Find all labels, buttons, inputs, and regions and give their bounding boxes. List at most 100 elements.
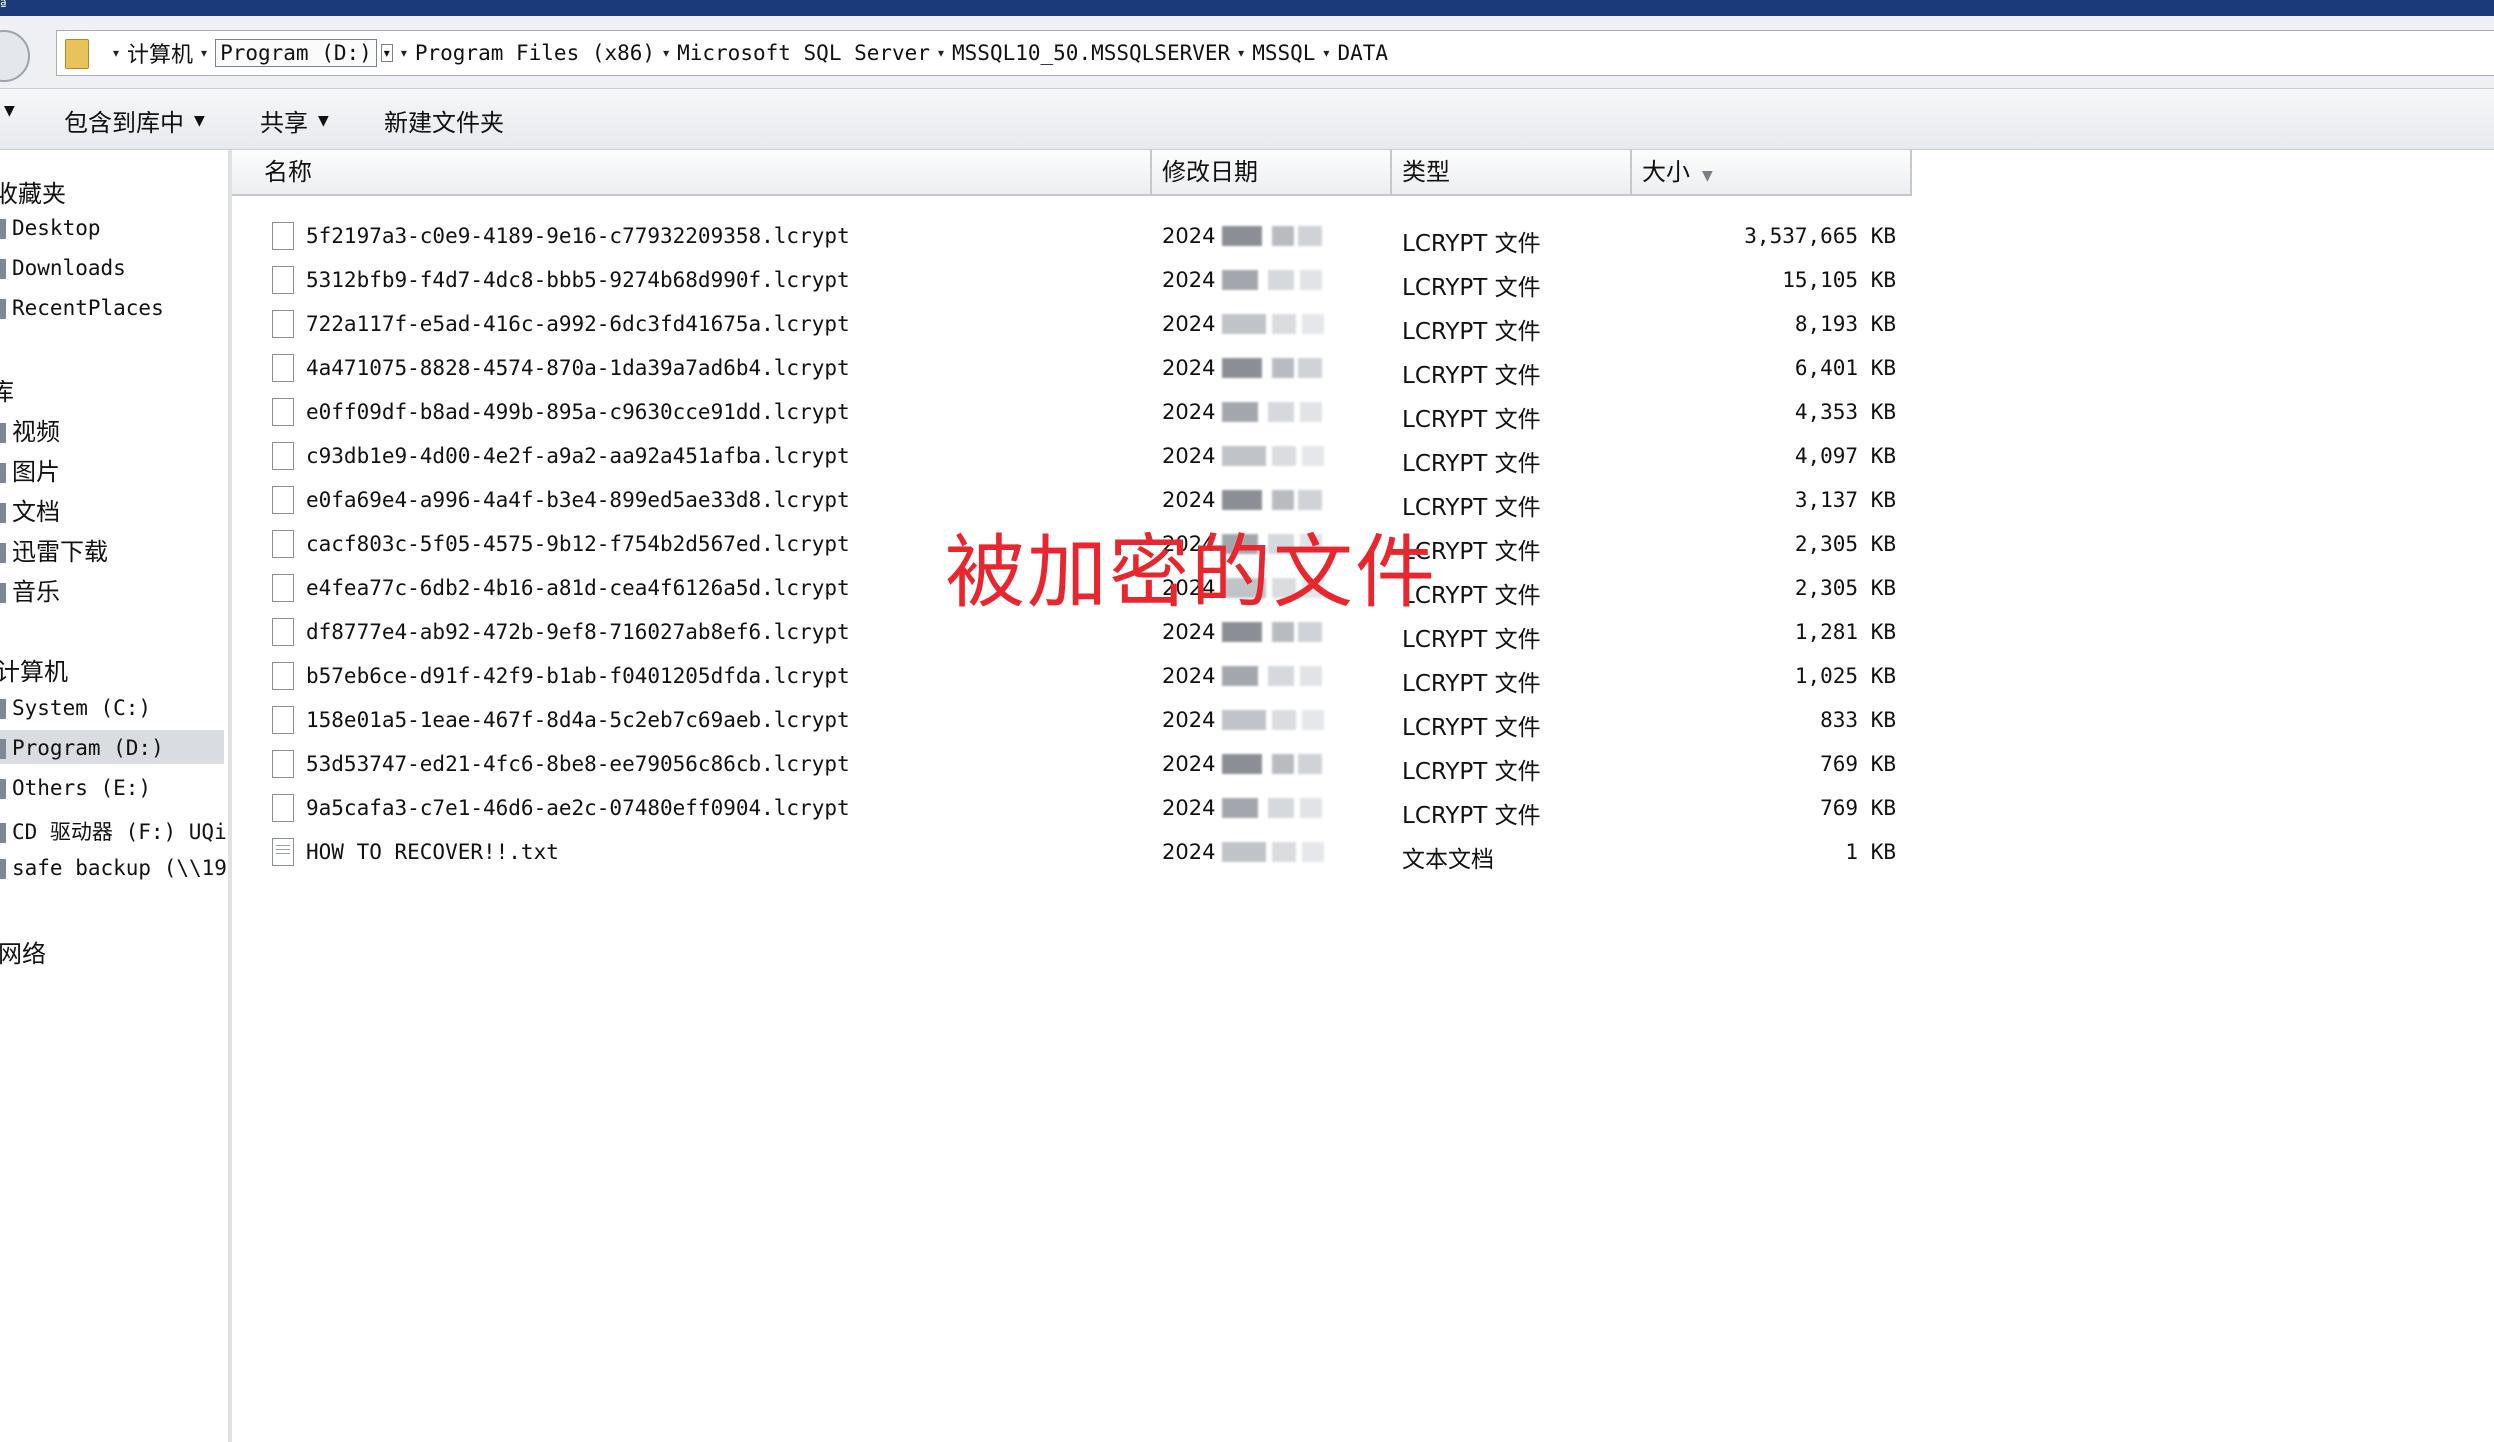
redacted-date-block <box>1222 666 1258 686</box>
nav-desktop[interactable]: Desktop <box>0 216 101 240</box>
redacted-date-block <box>1268 798 1294 818</box>
nav-libraries[interactable]: 库 <box>0 372 14 407</box>
file-name: cacf803c-5f05-4575-9b12-f754b2d567ed.lcr… <box>306 532 850 556</box>
nav-drive-e-label: Others (E:) <box>12 776 152 800</box>
nav-pictures-label: 图片 <box>12 458 60 486</box>
file-size: 1,281 KB <box>1794 620 1896 644</box>
organize-dropdown[interactable]: ▼ <box>4 103 15 119</box>
file-name: b57eb6ce-d91f-42f9-b1ab-f0401205dfda.lcr… <box>306 664 850 688</box>
address-field[interactable]: ▾ 计算机 ▾ Program (D:) ▾ ▾ Program Files (x86) ▾ M… <box>56 30 2494 76</box>
chevron-right-icon[interactable]: ▾ <box>113 46 119 60</box>
nav-music-label: 音乐 <box>12 578 60 606</box>
table-row[interactable]: e0ff09df-b8ad-499b-895a-c9630cce91dd.lcr… <box>232 392 1912 436</box>
column-type[interactable]: 类型 <box>1392 150 1632 194</box>
breadcrumb-item[interactable]: Program Files (x86) <box>415 41 655 65</box>
file-icon <box>272 486 294 514</box>
nav-downloads-label: Downloads <box>12 256 126 280</box>
table-row[interactable]: c93db1e9-4d00-4e2f-a9a2-aa92a451afba.lcr… <box>232 436 1912 480</box>
nav-favorites[interactable]: 收藏夹 <box>0 174 66 209</box>
file-size: 3,537,665 KB <box>1744 224 1896 248</box>
breadcrumb-item[interactable]: 计算机 <box>127 37 193 69</box>
breadcrumb-item[interactable]: Program (D:) <box>215 39 377 67</box>
file-icon <box>272 574 294 602</box>
nav-music[interactable]: 音乐 <box>0 572 60 607</box>
chevron-right-icon[interactable]: ▾ <box>1238 46 1244 60</box>
table-row[interactable]: b57eb6ce-d91f-42f9-b1ab-f0401205dfda.lcr… <box>232 656 1912 700</box>
nav-safe-backup[interactable]: safe backup (\\192 <box>0 856 228 880</box>
downloads-icon <box>0 259 6 279</box>
navigation-pane: 收藏夹 Desktop Downloads RecentPlaces 库 视频 … <box>0 150 232 1442</box>
chevron-right-icon[interactable]: ▾ <box>201 46 207 60</box>
breadcrumb-item[interactable]: Microsoft SQL Server <box>677 41 930 65</box>
file-icon <box>272 442 294 470</box>
chevron-down-icon: ▼ <box>194 112 205 129</box>
file-icon <box>272 706 294 734</box>
file-name: c93db1e9-4d00-4e2f-a9a2-aa92a451afba.lcr… <box>306 444 850 468</box>
table-row[interactable]: 53d53747-ed21-4fc6-8be8-ee79056c86cb.lcr… <box>232 744 1912 788</box>
column-date[interactable]: 修改日期 <box>1152 150 1392 194</box>
table-row[interactable]: 9a5cafa3-c7e1-46d6-ae2c-07480eff0904.lcr… <box>232 788 1912 832</box>
address-bar: ▾ 计算机 ▾ Program (D:) ▾ ▾ Program Files (x86) ▾ M… <box>0 16 2494 89</box>
nav-videos[interactable]: 视频 <box>0 412 60 447</box>
table-row[interactable]: 722a117f-e5ad-416c-a992-6dc3fd41675a.lcr… <box>232 304 1912 348</box>
table-row[interactable]: HOW TO RECOVER!!.txt 2024 文本文档 1 KB <box>232 832 1912 876</box>
nav-drive-f[interactable]: CD 驱动器 (F:) UQi <box>0 816 227 846</box>
file-type: LCRYPT 文件 <box>1402 671 1541 697</box>
music-icon <box>0 583 6 603</box>
file-size: 769 KB <box>1820 752 1896 776</box>
file-size: 769 KB <box>1820 796 1896 820</box>
nav-computer[interactable]: 计算机 <box>0 652 68 687</box>
file-date: 2024 <box>1162 224 1216 248</box>
redacted-date-block <box>1222 710 1266 730</box>
column-name[interactable]: 名称 <box>232 150 1152 194</box>
nav-xunlei-downloads[interactable]: 迅雷下载 <box>0 532 108 567</box>
redacted-date-block <box>1302 842 1324 862</box>
nav-drive-e[interactable]: Others (E:) <box>0 776 151 800</box>
redacted-date-block <box>1302 314 1324 334</box>
chevron-right-icon[interactable]: ▾ <box>663 46 669 60</box>
redacted-date-block <box>1268 666 1294 686</box>
file-name: 158e01a5-1eae-467f-8d4a-5c2eb7c69aeb.lcr… <box>306 708 850 732</box>
breadcrumb-item[interactable]: MSSQL <box>1252 41 1315 65</box>
breadcrumb-item[interactable]: MSSQL10_50.MSSQLSERVER <box>952 41 1230 65</box>
file-list: 名称 修改日期 类型 大小 ▼ 5f2197a3-c0e9-4189-9e16-c… <box>232 150 2494 1442</box>
redacted-date-block <box>1222 402 1258 422</box>
nav-documents[interactable]: 文档 <box>0 492 60 527</box>
nav-network[interactable]: 网络 <box>0 934 46 969</box>
new-folder-button[interactable]: 新建文件夹 <box>384 103 504 138</box>
table-row[interactable]: 5312bfb9-f4d7-4dc8-bbb5-9274b68d990f.lcr… <box>232 260 1912 304</box>
file-type: LCRYPT 文件 <box>1402 275 1541 301</box>
share-button[interactable]: 共享 ▼ <box>260 103 329 138</box>
include-in-library-button[interactable]: 包含到库中 ▼ <box>64 103 205 138</box>
table-row[interactable]: 5f2197a3-c0e9-4189-9e16-c77932209358.lcr… <box>232 216 1912 260</box>
column-size[interactable]: 大小 ▼ <box>1632 150 1912 194</box>
redacted-date-block <box>1222 622 1262 642</box>
nav-pictures[interactable]: 图片 <box>0 452 60 487</box>
table-row[interactable]: 158e01a5-1eae-467f-8d4a-5c2eb7c69aeb.lcr… <box>232 700 1912 744</box>
nav-downloads[interactable]: Downloads <box>0 256 126 280</box>
chevron-right-icon[interactable]: ▾ <box>1323 46 1329 60</box>
nav-recent-places[interactable]: RecentPlaces <box>0 296 164 320</box>
chevron-down-icon[interactable]: ▾ <box>380 44 393 62</box>
nav-drive-c[interactable]: System (C:) <box>0 696 151 720</box>
file-date: 2024 <box>1162 752 1216 776</box>
redacted-date-block <box>1298 358 1322 378</box>
file-date: 2024 <box>1162 840 1216 864</box>
file-date: 2024 <box>1162 312 1216 336</box>
download-folder-icon <box>0 543 6 563</box>
file-size: 3,137 KB <box>1794 488 1896 512</box>
redacted-date-block <box>1300 798 1322 818</box>
chevron-right-icon[interactable]: ▾ <box>401 46 407 60</box>
chevron-right-icon[interactable]: ▾ <box>938 46 944 60</box>
back-button[interactable] <box>0 30 30 82</box>
table-row[interactable]: 4a471075-8828-4574-870a-1da39a7ad6b4.lcr… <box>232 348 1912 392</box>
breadcrumb: ▾ 计算机 ▾ Program (D:) ▾ ▾ Program Files (x86) ▾ M… <box>105 31 1388 75</box>
nav-drive-d[interactable]: Program (D:) <box>0 730 224 764</box>
breadcrumb-item[interactable]: DATA <box>1337 41 1388 65</box>
file-name: e0ff09df-b8ad-499b-895a-c9630cce91dd.lcr… <box>306 400 850 424</box>
redacted-date-block <box>1268 402 1294 422</box>
redacted-date-block <box>1222 358 1262 378</box>
redacted-date-block <box>1222 270 1258 290</box>
redacted-date-block <box>1272 490 1294 510</box>
file-icon <box>272 618 294 646</box>
